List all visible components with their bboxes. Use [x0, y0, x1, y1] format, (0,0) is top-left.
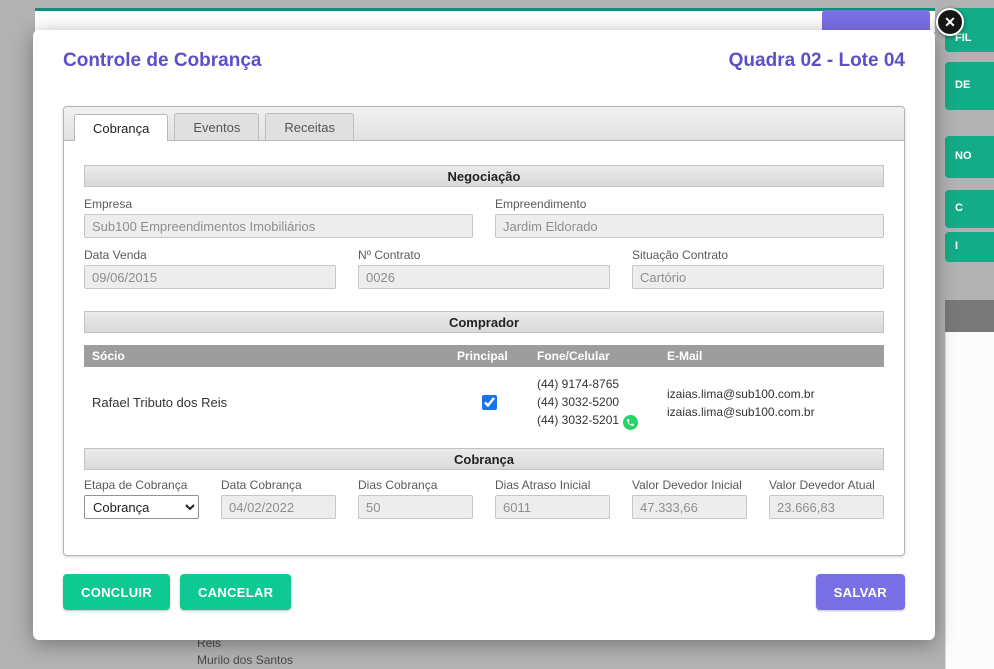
modal-subtitle: Quadra 02 - Lote 04	[729, 50, 905, 72]
phone-3-line: (44) 3032-5201	[537, 411, 667, 430]
field-empresa: Empresa	[84, 197, 473, 238]
salvar-button[interactable]: SALVAR	[816, 574, 905, 610]
dias-cobranca-input	[358, 495, 473, 519]
dias-atraso-label: Dias Atraso Inicial	[495, 478, 610, 492]
tab-cobranca[interactable]: Cobrança	[74, 114, 168, 141]
header-fone-celular: Fone/Celular	[537, 349, 667, 363]
close-button[interactable]: ✕	[936, 8, 964, 36]
section-header-cobranca: Cobrança	[84, 448, 884, 470]
sidebar-button-2-label: DE	[955, 77, 994, 95]
background-row-text: Murilo dos Santos	[197, 653, 293, 667]
sidebar-button-3-label: NO	[955, 148, 994, 166]
valor-inicial-label: Valor Devedor Inicial	[632, 478, 747, 492]
comprador-table-row: Rafael Tributo dos Reis (44) 9174-8765 (…	[84, 367, 884, 438]
section-header-negociacao: Negociação	[84, 165, 884, 187]
sidebar-button-4[interactable]: C	[945, 190, 994, 228]
modal-header: Controle de Cobrança Quadra 02 - Lote 04	[63, 50, 905, 72]
contrato-label: Nº Contrato	[358, 248, 610, 262]
situacao-contrato-input	[632, 265, 884, 289]
data-cobranca-label: Data Cobrança	[221, 478, 336, 492]
phone-3: (44) 3032-5201	[537, 413, 619, 427]
valor-atual-label: Valor Devedor Atual	[769, 478, 884, 492]
dias-atraso-input	[495, 495, 610, 519]
dias-cobranca-label: Dias Cobrança	[358, 478, 473, 492]
background-panel	[945, 332, 994, 669]
data-venda-input	[84, 265, 336, 289]
fone-cell: (44) 9174-8765 (44) 3032-5200 (44) 3032-…	[537, 375, 667, 430]
background-table-header-fragment	[945, 300, 994, 332]
close-icon: ✕	[944, 14, 956, 31]
section-header-comprador: Comprador	[84, 311, 884, 333]
cobranca-row: Etapa de Cobrança Cobrança Data Cobrança…	[84, 478, 884, 519]
email-2: izaias.lima@sub100.com.br	[667, 403, 884, 421]
background-topbar	[35, 8, 935, 32]
sidebar-button-5-label: I	[955, 238, 994, 256]
data-venda-label: Data Venda	[84, 248, 336, 262]
field-data-venda: Data Venda	[84, 248, 336, 289]
field-valor-inicial: Valor Devedor Inicial	[632, 478, 747, 519]
field-situacao-contrato: Situação Contrato	[632, 248, 884, 289]
contrato-input	[358, 265, 610, 289]
modal-footer: CONCLUIR CANCELAR SALVAR	[63, 574, 905, 610]
etapa-cobranca-label: Etapa de Cobrança	[84, 478, 199, 492]
negociacao-row-2: Data Venda Nº Contrato Situação Contrato	[84, 248, 884, 289]
empreendimento-input	[495, 214, 884, 238]
negociacao-row-1: Empresa Empreendimento	[84, 197, 884, 238]
field-dias-cobranca: Dias Cobrança	[358, 478, 473, 519]
field-dias-atraso: Dias Atraso Inicial	[495, 478, 610, 519]
sidebar-button-3[interactable]: NO	[945, 136, 994, 178]
modal-title: Controle de Cobrança	[63, 50, 261, 72]
header-email: E-Mail	[667, 349, 884, 363]
field-contrato: Nº Contrato	[358, 248, 610, 289]
situacao-contrato-label: Situação Contrato	[632, 248, 884, 262]
field-etapa-cobranca: Etapa de Cobrança Cobrança	[84, 478, 199, 519]
phone-1: (44) 9174-8765	[537, 375, 667, 393]
valor-atual-input	[769, 495, 884, 519]
empreendimento-label: Empreendimento	[495, 197, 884, 211]
whatsapp-icon[interactable]	[623, 415, 638, 430]
valor-inicial-input	[632, 495, 747, 519]
empresa-input	[84, 214, 473, 238]
screen: S FIL DE NO C I Reis Murilo dos Santos C…	[0, 0, 994, 669]
email-1: izaias.lima@sub100.com.br	[667, 385, 884, 403]
field-valor-atual: Valor Devedor Atual	[769, 478, 884, 519]
email-cell: izaias.lima@sub100.com.br izaias.lima@su…	[667, 385, 884, 421]
field-empreendimento: Empreendimento	[495, 197, 884, 238]
sidebar-button-5[interactable]: I	[945, 232, 994, 262]
data-cobranca-input	[221, 495, 336, 519]
socio-name: Rafael Tributo dos Reis	[92, 395, 457, 410]
tab-eventos[interactable]: Eventos	[174, 113, 259, 140]
tab-strip: Cobrança Eventos Receitas	[64, 107, 904, 141]
empresa-label: Empresa	[84, 197, 473, 211]
concluir-button[interactable]: CONCLUIR	[63, 574, 170, 610]
phone-2: (44) 3032-5200	[537, 393, 667, 411]
principal-checkbox[interactable]	[482, 395, 497, 410]
sidebar-button-2[interactable]: DE	[945, 62, 994, 110]
field-data-cobranca: Data Cobrança	[221, 478, 336, 519]
tab-panel: Cobrança Eventos Receitas Negociação Emp…	[63, 106, 905, 556]
controle-cobranca-modal: Controle de Cobrança Quadra 02 - Lote 04…	[33, 30, 935, 640]
header-principal: Principal	[457, 349, 537, 363]
tab-content: Negociação Empresa Empreendimento Data V…	[64, 141, 904, 519]
cancelar-button[interactable]: CANCELAR	[180, 574, 291, 610]
sidebar-button-1-label2: FIL	[955, 30, 994, 48]
tab-receitas[interactable]: Receitas	[265, 113, 354, 140]
comprador-table-header: Sócio Principal Fone/Celular E-Mail	[84, 345, 884, 367]
header-socio: Sócio	[92, 349, 457, 363]
principal-cell	[457, 392, 537, 413]
sidebar-button-4-label: C	[955, 200, 994, 218]
etapa-cobranca-select[interactable]: Cobrança	[84, 495, 199, 519]
